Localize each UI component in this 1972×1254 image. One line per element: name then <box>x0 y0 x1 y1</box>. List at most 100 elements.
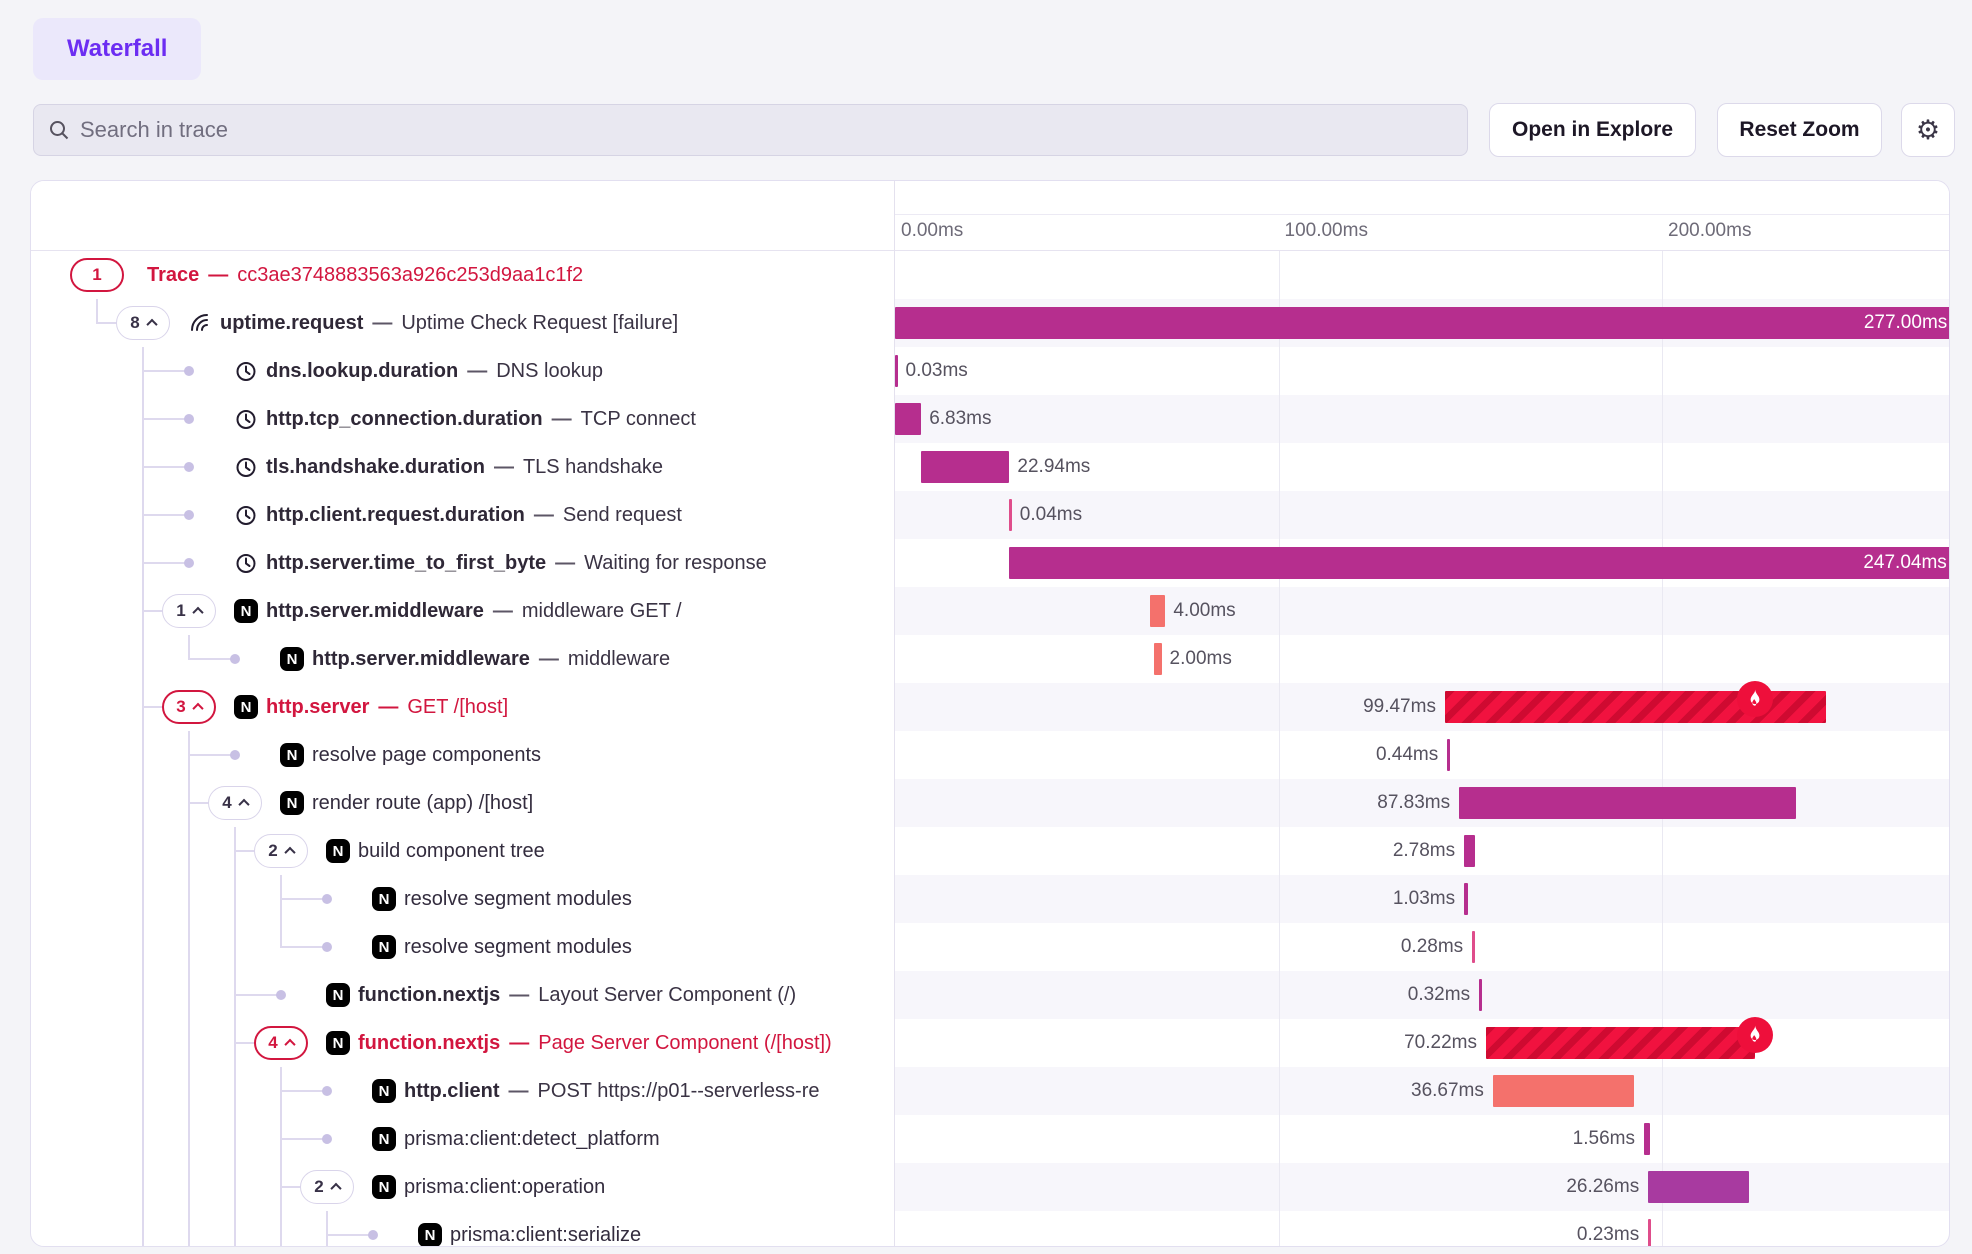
span-op: Trace <box>147 264 199 287</box>
span-dot-marker <box>230 654 240 664</box>
tree-connector <box>281 1090 323 1092</box>
waterfall-row[interactable]: 247.04ms <box>895 539 1950 587</box>
waterfall-row[interactable]: 1.56ms <box>895 1115 1950 1163</box>
waterfall-row[interactable]: 87.83ms <box>895 779 1950 827</box>
span-count-pill[interactable]: 8 <box>116 306 170 340</box>
waterfall-row[interactable]: 36.67ms <box>895 1067 1950 1115</box>
span-tree-row[interactable]: 3Nhttp.server—GET /[host] <box>31 683 894 731</box>
waterfall-row[interactable]: 1.03ms <box>895 875 1950 923</box>
tree-guide-line <box>234 875 236 923</box>
span-bar[interactable] <box>1464 835 1475 867</box>
span-bar[interactable] <box>1154 643 1162 675</box>
span-tree-row[interactable]: Nhttp.client—POST https://p01--serverles… <box>31 1067 894 1115</box>
span-bar[interactable] <box>921 451 1009 483</box>
span-bar[interactable] <box>1150 595 1165 627</box>
tree-connector <box>143 466 185 468</box>
span-count-pill[interactable]: 4 <box>254 1026 308 1060</box>
span-bar[interactable] <box>1644 1123 1650 1155</box>
span-bar[interactable] <box>1648 1219 1651 1246</box>
span-bar[interactable]: 277.00ms <box>895 307 1950 339</box>
tree-guide-line <box>234 1115 236 1163</box>
span-tree-row[interactable]: Nresolve page components <box>31 731 894 779</box>
span-tree-row[interactable]: http.server.time_to_first_byte—Waiting f… <box>31 539 894 587</box>
reset-zoom-button[interactable]: Reset Zoom <box>1717 103 1882 157</box>
span-bar[interactable] <box>895 403 921 435</box>
waterfall-row[interactable]: 22.94ms <box>895 443 1950 491</box>
span-count-pill[interactable]: 1 <box>70 258 124 292</box>
waterfall-row[interactable]: 2.78ms <box>895 827 1950 875</box>
span-bar[interactable] <box>1447 739 1450 771</box>
span-bar[interactable]: 247.04ms <box>1009 547 1950 579</box>
span-count: 2 <box>314 1177 323 1197</box>
span-tree-row[interactable]: 8uptime.request—Uptime Check Request [fa… <box>31 299 894 347</box>
waterfall-row[interactable]: 277.00ms <box>895 299 1950 347</box>
span-count: 1 <box>176 601 185 621</box>
waterfall-row[interactable]: 0.32ms <box>895 971 1950 1019</box>
waterfall-row[interactable]: 0.28ms <box>895 923 1950 971</box>
waterfall-row[interactable]: 0.23ms <box>895 1211 1950 1246</box>
span-tree-row[interactable]: tls.handshake.duration—TLS handshake <box>31 443 894 491</box>
span-bar[interactable] <box>1464 883 1468 915</box>
span-tree-row[interactable]: Nresolve segment modules <box>31 923 894 971</box>
duration-label: 70.22ms <box>1404 1019 1477 1067</box>
nextjs-icon: N <box>234 599 258 623</box>
trace-waterfall-panel: 1Trace—cc3ae3748883563a926c253d9aa1c1f28… <box>30 180 1950 1247</box>
span-tree-row[interactable]: 2Nbuild component tree <box>31 827 894 875</box>
waterfall-row[interactable]: 4.00ms <box>895 587 1950 635</box>
span-tree-row[interactable]: Nfunction.nextjs—Layout Server Component… <box>31 971 894 1019</box>
waterfall-row[interactable]: 0.03ms <box>895 347 1950 395</box>
span-tree-row[interactable]: 1Nhttp.server.middleware—middleware GET … <box>31 587 894 635</box>
duration-label: 87.83ms <box>1377 779 1450 827</box>
span-count-pill[interactable]: 3 <box>162 690 216 724</box>
span-bar[interactable] <box>895 355 898 387</box>
tree-connector <box>143 514 185 516</box>
span-bar[interactable] <box>1479 979 1482 1011</box>
tab-waterfall[interactable]: Waterfall <box>33 18 201 80</box>
span-tree-row[interactable]: http.client.request.duration—Send reques… <box>31 491 894 539</box>
waterfall-row[interactable]: 70.22ms <box>895 1019 1950 1067</box>
waterfall-row[interactable]: 0.04ms <box>895 491 1950 539</box>
span-tree-row[interactable]: 4Nrender route (app) /[host] <box>31 779 894 827</box>
settings-button[interactable]: ⚙ <box>1901 103 1955 157</box>
waterfall-row[interactable]: 99.47ms <box>895 683 1950 731</box>
open-in-explore-button[interactable]: Open in Explore <box>1489 103 1696 157</box>
waterfall-row[interactable] <box>895 251 1950 299</box>
span-op: function.nextjs <box>358 1032 500 1055</box>
separator-dash: — <box>467 360 487 383</box>
tree-guide-line <box>188 875 190 923</box>
duration-label: 1.03ms <box>1393 875 1455 923</box>
waterfall-row[interactable]: 2.00ms <box>895 635 1950 683</box>
span-tree-row[interactable]: 1Trace—cc3ae3748883563a926c253d9aa1c1f2 <box>31 251 894 299</box>
separator-dash: — <box>208 264 228 287</box>
span-count-pill[interactable]: 1 <box>162 594 216 628</box>
span-tree-row[interactable]: Nprisma:client:serialize <box>31 1211 894 1246</box>
span-tree-row[interactable]: http.tcp_connection.duration—TCP connect <box>31 395 894 443</box>
span-dot-marker <box>322 1134 332 1144</box>
span-bar[interactable] <box>1648 1171 1749 1203</box>
span-bar[interactable] <box>1493 1075 1634 1107</box>
span-tree-row[interactable]: Nhttp.server.middleware—middleware <box>31 635 894 683</box>
span-count-pill[interactable]: 2 <box>300 1170 354 1204</box>
span-bar[interactable] <box>1459 787 1796 819</box>
span-dot-marker <box>322 894 332 904</box>
waterfall-row[interactable]: 0.44ms <box>895 731 1950 779</box>
span-count-pill[interactable]: 4 <box>208 786 262 820</box>
span-tree-row[interactable]: 4Nfunction.nextjs—Page Server Component … <box>31 1019 894 1067</box>
span-bar[interactable] <box>1472 931 1475 963</box>
span-tree-row[interactable]: Nresolve segment modules <box>31 875 894 923</box>
span-tree-row[interactable]: 2Nprisma:client:operation <box>31 1163 894 1211</box>
waterfall-row[interactable]: 6.83ms <box>895 395 1950 443</box>
span-bar-error[interactable] <box>1486 1027 1755 1059</box>
duration-label: 1.56ms <box>1573 1115 1635 1163</box>
span-count-pill[interactable]: 2 <box>254 834 308 868</box>
waterfall-row[interactable]: 26.26ms <box>895 1163 1950 1211</box>
span-tree-row[interactable]: dns.lookup.duration—DNS lookup <box>31 347 894 395</box>
search-box[interactable] <box>33 104 1468 156</box>
duration-label: 0.04ms <box>1020 491 1082 539</box>
sentry-icon <box>188 311 212 335</box>
tree-guide-line <box>188 923 190 971</box>
clock-icon <box>234 407 258 431</box>
span-bar[interactable] <box>1009 499 1012 531</box>
span-tree-row[interactable]: Nprisma:client:detect_platform <box>31 1115 894 1163</box>
search-input[interactable] <box>80 117 1453 143</box>
